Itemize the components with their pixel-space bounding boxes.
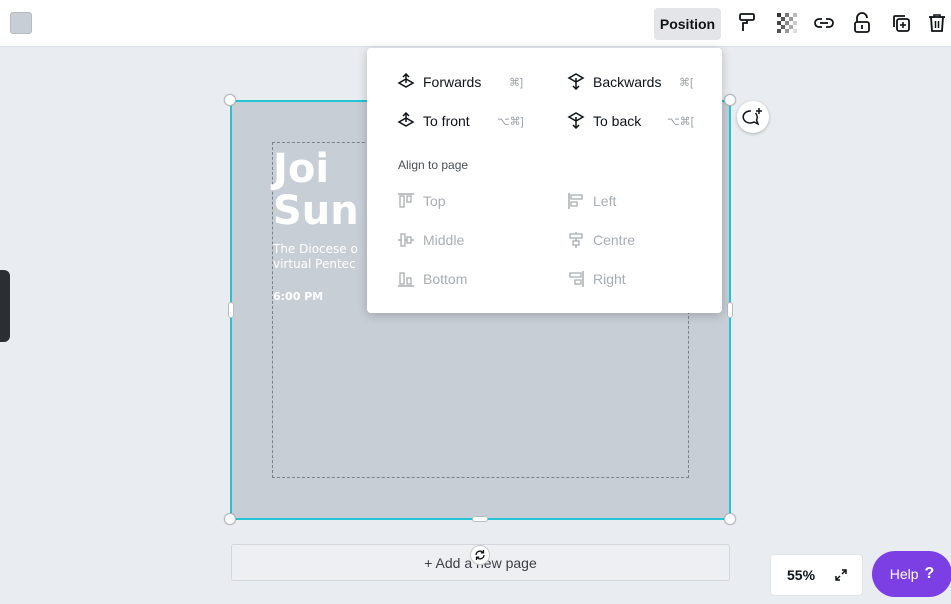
menu-item-align-middle[interactable]: Middle	[395, 228, 535, 252]
align-right-icon	[565, 269, 587, 289]
menu-item-label: To front	[423, 113, 470, 129]
help-label: Help	[889, 566, 919, 582]
expand-icon[interactable]	[831, 565, 851, 585]
resize-handle-bottom-right[interactable]	[724, 513, 736, 525]
side-panel-toggle[interactable]	[0, 270, 10, 342]
menu-item-label: Centre	[593, 232, 636, 248]
top-toolbar: Position	[0, 0, 951, 47]
resize-handle-right[interactable]	[727, 302, 733, 318]
align-bottom-icon	[395, 269, 417, 289]
align-top-icon	[395, 191, 417, 211]
help-button[interactable]: Help ?	[872, 551, 951, 597]
forwards-icon	[395, 72, 417, 92]
lock-icon[interactable]	[850, 11, 874, 35]
resize-handle-top-left[interactable]	[224, 94, 236, 106]
menu-item-align-top[interactable]: Top	[395, 189, 535, 213]
menu-item-align-bottom[interactable]: Bottom	[395, 267, 535, 291]
resize-handle-bottom-left[interactable]	[224, 513, 236, 525]
backwards-icon	[565, 72, 587, 92]
menu-item-label: Bottom	[423, 271, 468, 287]
menu-item-align-right[interactable]: Right	[565, 267, 705, 291]
rotate-icon[interactable]	[470, 545, 490, 565]
menu-item-align-left[interactable]: Left	[565, 189, 705, 213]
menu-item-label: Right	[593, 271, 626, 287]
align-left-icon	[565, 191, 587, 211]
resize-handle-left[interactable]	[228, 302, 234, 318]
comment-plus-icon	[742, 108, 762, 126]
zoom-level[interactable]: 55%	[787, 567, 815, 583]
to-front-icon	[395, 111, 417, 131]
position-button[interactable]: Position	[654, 8, 721, 40]
position-menu: Forwards ⌘] Backwards ⌘[ To front ⌥⌘] To…	[367, 48, 722, 313]
shortcut-label: ⌘]	[509, 76, 524, 89]
link-icon[interactable]	[812, 11, 836, 35]
menu-item-label: Forwards	[423, 74, 482, 90]
menu-item-label: Top	[423, 193, 446, 209]
menu-item-backwards[interactable]: Backwards ⌘[	[565, 70, 705, 94]
menu-item-to-back[interactable]: To back ⌥⌘[	[565, 109, 705, 133]
align-middle-icon	[395, 230, 417, 250]
shortcut-label: ⌥⌘[	[667, 115, 694, 128]
color-swatch-button[interactable]	[10, 12, 32, 34]
paint-format-icon[interactable]	[735, 11, 759, 35]
transparency-icon[interactable]	[775, 11, 799, 35]
resize-handle-top-right[interactable]	[724, 94, 736, 106]
menu-item-to-front[interactable]: To front ⌥⌘]	[395, 109, 535, 133]
to-back-icon	[565, 111, 587, 131]
menu-item-align-centre[interactable]: Centre	[565, 228, 705, 252]
menu-item-label: To back	[593, 113, 642, 129]
align-section-label: Align to page	[398, 158, 469, 172]
menu-item-label: Middle	[423, 232, 465, 248]
menu-item-label: Left	[593, 193, 617, 209]
help-question-icon: ?	[924, 565, 935, 582]
delete-icon[interactable]	[925, 11, 949, 35]
menu-item-forwards[interactable]: Forwards ⌘]	[395, 70, 535, 94]
menu-item-label: Backwards	[593, 74, 662, 90]
poster-time: 6:00 PM	[273, 290, 324, 303]
align-centre-icon	[565, 230, 587, 250]
zoom-control: 55%	[770, 554, 863, 596]
shortcut-label: ⌘[	[679, 76, 694, 89]
add-comment-button[interactable]	[737, 101, 769, 133]
resize-handle-bottom[interactable]	[472, 516, 488, 522]
shortcut-label: ⌥⌘]	[497, 115, 524, 128]
duplicate-icon[interactable]	[889, 11, 913, 35]
